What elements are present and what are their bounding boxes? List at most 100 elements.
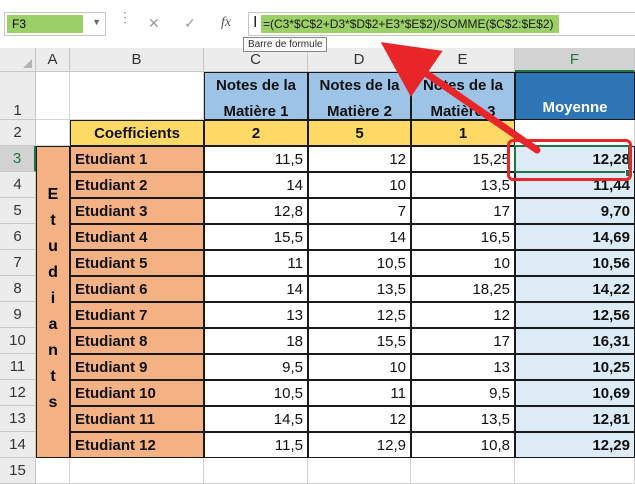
student-name[interactable]: Etudiant 4 [70,224,204,250]
row-header-11[interactable]: 11 [0,354,36,380]
row-header-10[interactable]: 10 [0,328,36,354]
student-name[interactable]: Etudiant 12 [70,432,204,458]
average-cell[interactable]: 9,70 [515,198,635,224]
average-cell[interactable]: 12,56 [515,302,635,328]
chevron-down-icon[interactable]: ▼ [92,17,101,27]
row-header-8[interactable]: 8 [0,276,36,302]
grade-cell[interactable]: 10,5 [308,250,411,276]
cell-a2[interactable] [36,120,70,146]
grade-cell[interactable]: 10 [411,250,515,276]
column-header-a[interactable]: A [36,48,70,72]
column-header-f[interactable]: F [515,48,635,72]
cell-e1-header[interactable]: Notes de la Matière 3 [411,72,515,120]
drag-handle-icon[interactable]: ⋮ [118,10,132,24]
name-box-value[interactable]: F3 [7,15,83,33]
grade-cell[interactable]: 15,5 [308,328,411,354]
grade-cell[interactable]: 14 [204,172,308,198]
grade-cell[interactable]: 16,5 [411,224,515,250]
average-cell[interactable]: 14,22 [515,276,635,302]
grade-cell[interactable]: 17 [411,328,515,354]
cell-d1-header[interactable]: Notes de la Matière 2 [308,72,411,120]
grade-cell[interactable]: 14,5 [204,406,308,432]
fx-icon[interactable]: fx [221,15,231,31]
row-header-13[interactable]: 13 [0,406,36,432]
grade-cell[interactable]: 13,5 [308,276,411,302]
column-header-b[interactable]: B [70,48,204,72]
average-cell[interactable]: 10,56 [515,250,635,276]
grade-cell[interactable]: 13,5 [411,172,515,198]
check-icon[interactable]: ✓ [184,15,196,32]
empty-cell[interactable] [36,458,70,484]
grade-cell[interactable]: 10 [308,354,411,380]
vertical-label-etudiants[interactable]: Etudiants [36,146,70,458]
row-header-9[interactable]: 9 [0,302,36,328]
grade-cell[interactable]: 11 [308,380,411,406]
grade-cell[interactable]: 9,5 [411,380,515,406]
formula-text[interactable]: =(C3*$C$2+D3*$D$2+E3*$E$2)/SOMME($C$2:$E… [261,15,559,33]
row-header-2[interactable]: 2 [0,120,36,146]
row-header-5[interactable]: 5 [0,198,36,224]
grade-cell[interactable]: 17 [411,198,515,224]
average-cell[interactable]: 10,69 [515,380,635,406]
grade-cell[interactable]: 13,5 [411,406,515,432]
row-header-4[interactable]: 4 [0,172,36,198]
student-name[interactable]: Etudiant 9 [70,354,204,380]
grade-cell[interactable]: 12,9 [308,432,411,458]
student-name[interactable]: Etudiant 3 [70,198,204,224]
student-name[interactable]: Etudiant 10 [70,380,204,406]
average-cell[interactable]: 16,31 [515,328,635,354]
grade-cell[interactable]: 10 [308,172,411,198]
column-header-e[interactable]: E [411,48,515,72]
average-cell[interactable]: 14,69 [515,224,635,250]
grade-cell[interactable]: 11,5 [204,432,308,458]
empty-cell[interactable] [411,458,515,484]
empty-cell[interactable] [70,458,204,484]
empty-cell[interactable] [308,458,411,484]
empty-cell[interactable] [515,458,635,484]
grade-cell[interactable]: 13 [411,354,515,380]
cell-a1[interactable] [36,72,70,120]
row-header-7[interactable]: 7 [0,250,36,276]
select-all-corner[interactable] [0,48,36,72]
average-cell[interactable]: 10,25 [515,354,635,380]
cell-c1-header[interactable]: Notes de la Matière 1 [204,72,308,120]
average-cell[interactable]: 12,29 [515,432,635,458]
row-header-14[interactable]: 14 [0,432,36,458]
grade-cell[interactable]: 12 [308,406,411,432]
grade-cell[interactable]: 11,5 [204,146,308,172]
cell-coef-d[interactable]: 5 [308,120,411,146]
grade-cell[interactable]: 15,25 [411,146,515,172]
empty-cell[interactable] [204,458,308,484]
student-name[interactable]: Etudiant 7 [70,302,204,328]
cell-b1[interactable] [70,72,204,120]
student-name[interactable]: Etudiant 5 [70,250,204,276]
name-box[interactable]: F3 ▼ [4,12,106,36]
student-name[interactable]: Etudiant 8 [70,328,204,354]
grade-cell[interactable]: 14 [308,224,411,250]
grade-cell[interactable]: 12 [308,146,411,172]
row-header-12[interactable]: 12 [0,380,36,406]
average-cell[interactable]: 12,81 [515,406,635,432]
grade-cell[interactable]: 12,8 [204,198,308,224]
grade-cell[interactable]: 12,5 [308,302,411,328]
student-name[interactable]: Etudiant 6 [70,276,204,302]
student-name[interactable]: Etudiant 2 [70,172,204,198]
grade-cell[interactable]: 10,5 [204,380,308,406]
grade-cell[interactable]: 11 [204,250,308,276]
student-name[interactable]: Etudiant 11 [70,406,204,432]
grade-cell[interactable]: 12 [411,302,515,328]
cell-coef-e[interactable]: 1 [411,120,515,146]
row-header-1[interactable]: 1 [0,72,36,120]
grade-cell[interactable]: 14 [204,276,308,302]
cell-b2-coefficients-label[interactable]: Coefficients [70,120,204,146]
grade-cell[interactable]: 13 [204,302,308,328]
grade-cell[interactable]: 15,5 [204,224,308,250]
cell-f1-header[interactable]: Moyenne [515,72,635,120]
row-header-3[interactable]: 3 [0,146,36,172]
row-header-6[interactable]: 6 [0,224,36,250]
row-header-15[interactable]: 15 [0,458,36,484]
grade-cell[interactable]: 18,25 [411,276,515,302]
grade-cell[interactable]: 10,8 [411,432,515,458]
grade-cell[interactable]: 9,5 [204,354,308,380]
grade-cell[interactable]: 18 [204,328,308,354]
